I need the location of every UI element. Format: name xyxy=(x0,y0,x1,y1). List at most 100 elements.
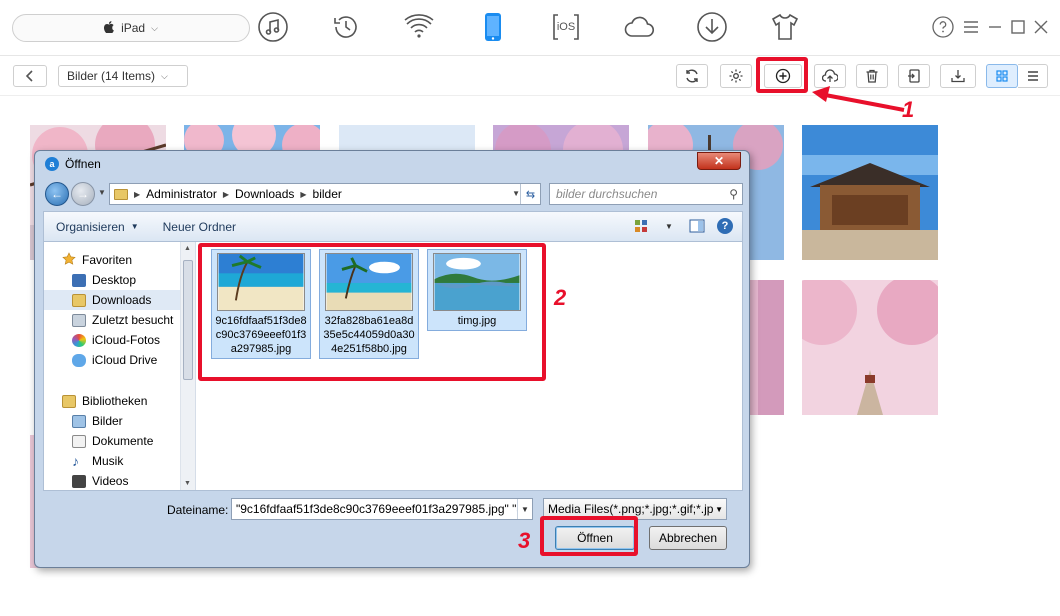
list-view-button[interactable] xyxy=(1018,64,1048,88)
export-to-computer-button[interactable] xyxy=(940,64,976,88)
back-button[interactable] xyxy=(13,65,47,87)
change-view-icon[interactable] xyxy=(632,217,650,235)
nav-label: Dokumente xyxy=(92,434,154,448)
album-selector[interactable]: Bilder (14 Items) ⌵ xyxy=(58,65,188,87)
gear-icon xyxy=(729,69,743,83)
documents-icon xyxy=(72,434,86,448)
photo-thumbnail[interactable] xyxy=(802,125,938,260)
refresh-icon[interactable]: ⇆ xyxy=(520,184,540,204)
back-arrow-icon[interactable]: ← xyxy=(45,182,69,206)
download-icon[interactable] xyxy=(695,10,729,44)
filename-value: "9c16fdfaaf51f3de8c90c3769eeef01f3a29798… xyxy=(236,502,533,516)
cloud-icon[interactable] xyxy=(622,10,656,44)
annotation-box-3 xyxy=(540,516,638,556)
desktop-icon xyxy=(72,273,86,287)
chevron-left-icon xyxy=(25,70,33,82)
iphone-icon[interactable] xyxy=(476,10,510,44)
nav-item-documents[interactable]: Dokumente xyxy=(44,431,180,451)
forward-arrow-icon[interactable]: → xyxy=(71,182,95,206)
nav-scrollbar[interactable]: ▲ ▼ xyxy=(180,242,195,490)
new-folder-button[interactable]: Neuer Ordner xyxy=(151,220,248,234)
recent-icon xyxy=(72,313,86,327)
nav-item-downloads[interactable]: Downloads xyxy=(44,290,180,310)
nav-label: Musik xyxy=(92,454,124,468)
nav-label: Desktop xyxy=(92,273,137,287)
pictures-icon xyxy=(72,414,86,428)
address-bar[interactable]: ▶ Administrator ▶ Downloads ▶ bilder ▼ ⇆ xyxy=(109,183,541,205)
nav-item-desktop[interactable]: Desktop xyxy=(44,270,180,290)
scroll-up-icon[interactable]: ▲ xyxy=(184,245,191,252)
dialog-close-button[interactable]: ✕ xyxy=(697,152,741,170)
photo-thumbnail[interactable] xyxy=(802,280,938,415)
annotation-number-2: 2 xyxy=(554,285,567,310)
breadcrumb-item[interactable]: bilder xyxy=(313,187,342,201)
menu-icon[interactable] xyxy=(960,16,982,38)
nav-item-icloud-photos[interactable]: iCloud-Fotos xyxy=(44,330,180,350)
icloud-drive-icon xyxy=(72,353,86,367)
breadcrumb-separator-icon[interactable]: ▶ xyxy=(300,190,306,199)
wifi-icon[interactable] xyxy=(402,10,436,44)
refresh-button[interactable] xyxy=(676,64,708,88)
settings-button[interactable] xyxy=(720,64,752,88)
breadcrumb-item[interactable]: Downloads xyxy=(235,187,294,201)
filename-label: Dateiname: xyxy=(167,503,229,517)
organize-menu[interactable]: Organisieren ▼ xyxy=(44,220,151,234)
history-icon[interactable] xyxy=(329,10,363,44)
search-input[interactable]: bilder durchsuchen ⚲ xyxy=(549,183,743,205)
nav-label: Bibliotheken xyxy=(82,394,148,408)
nav-item-recent[interactable]: Zuletzt besucht xyxy=(44,310,180,330)
dialog-title-bar: a Öffnen xyxy=(35,151,749,177)
scroll-down-icon[interactable]: ▼ xyxy=(184,480,191,487)
device-name: iPad xyxy=(121,21,146,35)
address-row: ← → ▼ ▶ Administrator ▶ Downloads ▶ bild… xyxy=(43,181,743,207)
nav-item-videos[interactable]: Videos xyxy=(44,471,180,490)
grid-icon xyxy=(996,70,1008,82)
grid-view-button[interactable] xyxy=(986,64,1018,88)
maximize-icon[interactable] xyxy=(1007,16,1029,38)
new-folder-label: Neuer Ordner xyxy=(162,219,236,234)
libraries-icon xyxy=(62,394,76,408)
nav-item-music[interactable]: ♪ Musik xyxy=(44,451,180,471)
nav-item-favorites[interactable]: Favoriten xyxy=(44,250,180,270)
nav-item-libraries[interactable]: Bibliotheken xyxy=(44,391,180,411)
breadcrumb-separator-icon[interactable]: ▶ xyxy=(134,190,140,199)
star-icon xyxy=(62,251,76,269)
tshirt-icon[interactable] xyxy=(768,10,802,44)
help-icon[interactable]: ? xyxy=(716,217,734,235)
navigation-pane: Favoriten Desktop Downloads Zuletzt besu… xyxy=(44,242,196,490)
apple-icon xyxy=(104,20,115,36)
annotation-arrow-icon xyxy=(812,86,905,112)
breadcrumb-separator-icon[interactable]: ▶ xyxy=(223,190,229,199)
nav-item-pictures[interactable]: Bilder xyxy=(44,411,180,431)
scroll-thumb[interactable] xyxy=(183,260,193,380)
dialog-footer: Dateiname: "9c16fdfaaf51f3de8c90c3769eee… xyxy=(43,495,743,561)
history-dropdown-icon[interactable]: ▼ xyxy=(98,188,106,197)
filename-input[interactable]: "9c16fdfaaf51f3de8c90c3769eeef01f3a29798… xyxy=(231,498,533,520)
device-selector[interactable]: iPad ⌵ xyxy=(12,14,250,42)
breadcrumb-item[interactable]: Administrator xyxy=(146,187,217,201)
chevron-down-icon: ▼ xyxy=(130,222,139,231)
filename-dropdown-icon[interactable]: ▼ xyxy=(517,499,532,519)
address-dropdown-icon[interactable]: ▼ xyxy=(512,189,520,198)
search-icon[interactable]: ⚲ xyxy=(729,187,738,201)
album-label: Bilder (14 Items) xyxy=(67,69,156,83)
nav-label: Zuletzt besucht xyxy=(92,313,174,327)
view-dropdown-icon[interactable]: ▼ xyxy=(660,217,678,235)
refresh-icon xyxy=(686,69,698,83)
cancel-button[interactable]: Abbrechen xyxy=(649,526,727,550)
minimize-icon[interactable] xyxy=(984,16,1006,38)
help-icon[interactable] xyxy=(932,16,954,38)
annotation-box-1 xyxy=(756,57,808,93)
annotation-box-2 xyxy=(198,243,546,381)
annotation-number-1: 1 xyxy=(902,97,915,122)
preview-pane-icon[interactable] xyxy=(688,217,706,235)
annotation-number-3: 3 xyxy=(518,528,531,553)
app-window: iPad ⌵ iOS Bilder (14 Items) ⌵ 1 a Öffne… xyxy=(0,0,1060,616)
nav-label: iCloud Drive xyxy=(92,353,158,367)
ios-icon[interactable]: iOS xyxy=(549,10,583,44)
nav-item-icloud-drive[interactable]: iCloud Drive xyxy=(44,350,180,370)
nav-label: Bilder xyxy=(92,414,123,428)
filetype-value: Media Files(*.png;*.jpg;*.gif;*.jp xyxy=(548,502,714,516)
close-icon[interactable] xyxy=(1030,16,1052,38)
music-icon[interactable] xyxy=(256,10,290,44)
